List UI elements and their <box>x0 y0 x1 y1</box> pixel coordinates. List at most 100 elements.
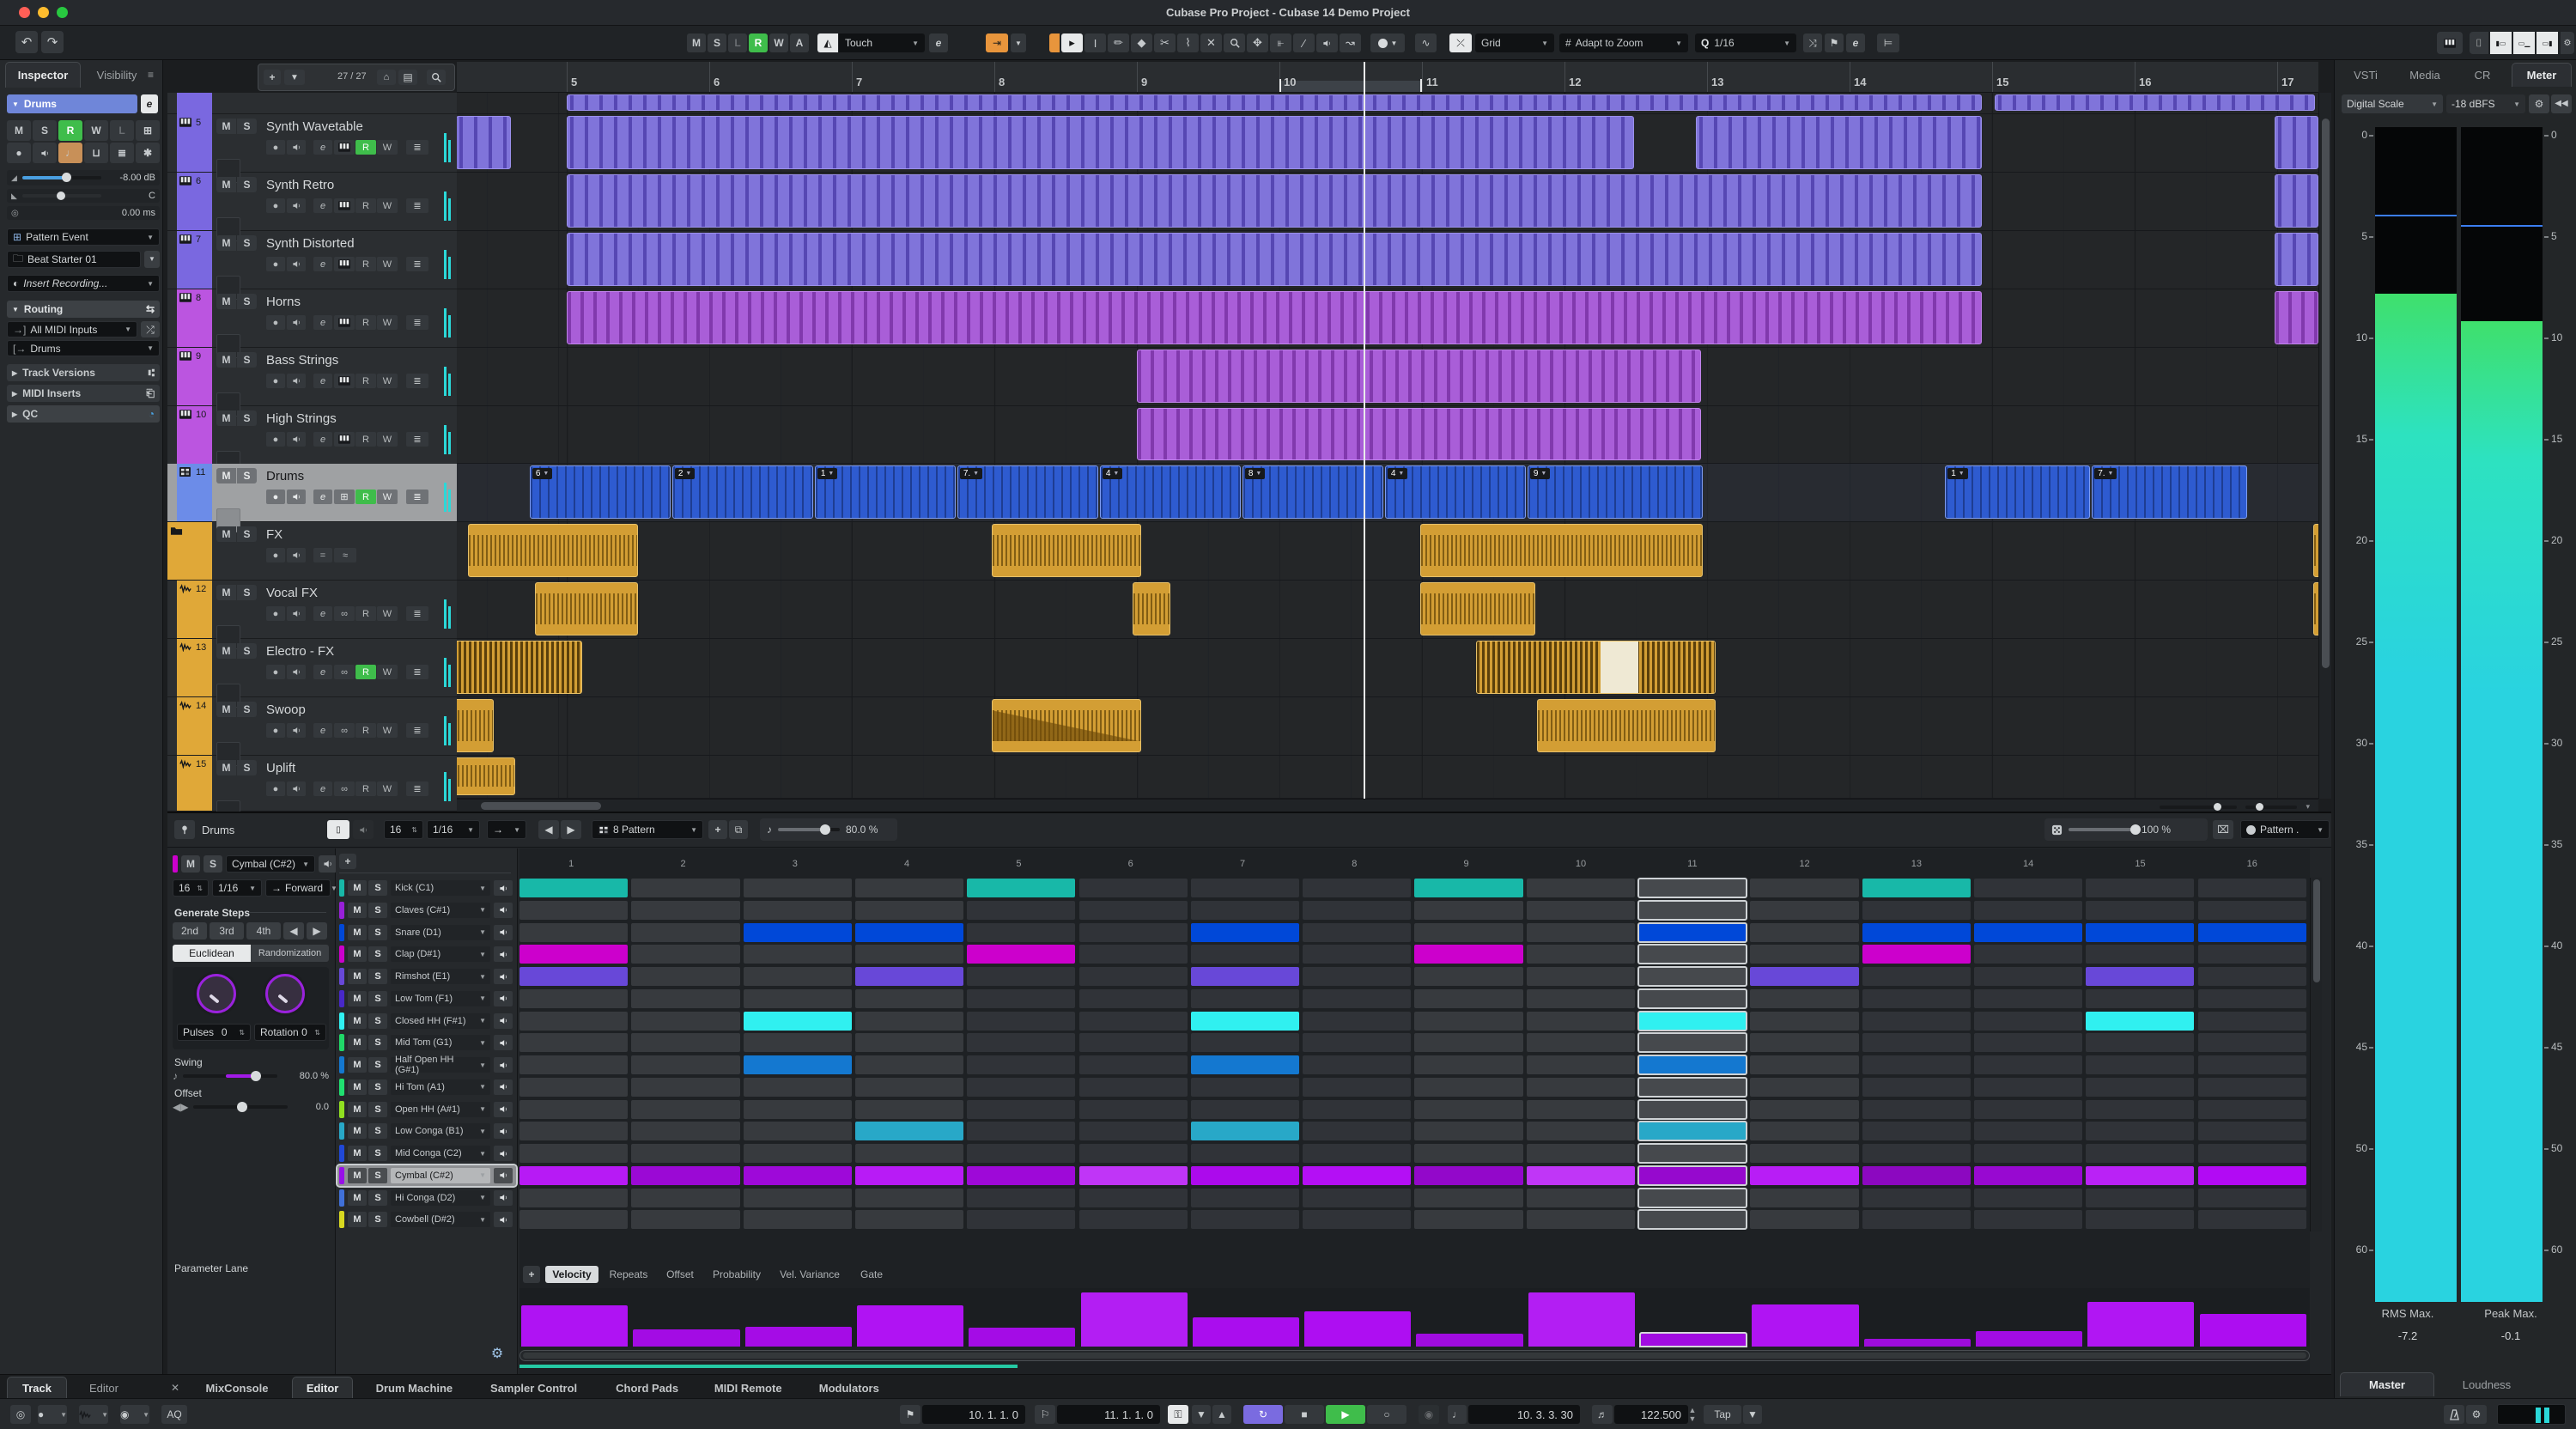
track-row[interactable]: 7 M S Synth Distorted ● e R W ≣ <box>167 231 457 300</box>
row-speaker-icon[interactable] <box>494 1101 513 1117</box>
row-solo-button[interactable]: S <box>368 946 387 963</box>
step-cell[interactable] <box>1303 1077 1412 1097</box>
inspector-button-0-4[interactable]: L <box>110 120 134 141</box>
event-clip[interactable] <box>535 582 638 635</box>
audition-tool[interactable] <box>1316 33 1338 52</box>
section-track-versions[interactable]: ▶ Track Versions ⑆ <box>7 364 160 381</box>
step-cell[interactable] <box>1526 879 1635 897</box>
step-cell[interactable] <box>1190 1077 1300 1097</box>
monitor-button[interactable] <box>287 606 306 621</box>
automation-s-button[interactable]: S <box>708 33 726 52</box>
row-mute-button[interactable]: M <box>348 1012 367 1029</box>
event-clip[interactable] <box>457 641 582 694</box>
track-row[interactable]: 8 M S Horns ● e R W ≣ <box>167 289 457 358</box>
metronome-icon[interactable] <box>2444 1405 2464 1424</box>
step-cell[interactable] <box>1190 1144 1300 1163</box>
edit-channel-button[interactable]: e <box>313 374 332 388</box>
step-cell[interactable] <box>1303 1210 1412 1230</box>
step-cell[interactable] <box>1637 1055 1748 1075</box>
step-cell[interactable] <box>1078 1033 1188 1053</box>
left-zone-toggle[interactable]: ⌷ <box>2470 32 2488 54</box>
step-cell[interactable] <box>1414 967 1523 986</box>
channel-settings-icon[interactable]: ≣ <box>406 606 428 621</box>
resolution-select[interactable]: 1/16 ▼ <box>212 879 262 897</box>
object-selection-tool[interactable]: ▸ <box>1061 33 1083 52</box>
instrument-button[interactable] <box>334 198 355 213</box>
step-cell[interactable] <box>519 900 629 920</box>
step-cell[interactable] <box>1750 1011 1859 1031</box>
step-cell[interactable] <box>1862 1188 1971 1207</box>
step-cell[interactable] <box>1414 988 1523 1008</box>
step-cell[interactable] <box>1973 1188 2083 1207</box>
event-clip[interactable] <box>457 699 494 752</box>
automation-mode-icon[interactable]: ◭ <box>817 33 838 52</box>
step-cell[interactable] <box>1414 1210 1523 1230</box>
instrument-button[interactable]: ⊞ <box>334 490 355 504</box>
primary-time-format-icon[interactable]: ♩ <box>1448 1405 1467 1424</box>
step-cell[interactable] <box>1750 1210 1859 1230</box>
mute-button[interactable]: M <box>216 294 236 309</box>
step-cell[interactable] <box>1190 1165 1300 1185</box>
event-clip[interactable] <box>2274 116 2318 169</box>
step-cell[interactable] <box>1526 1055 1635 1074</box>
step-cell[interactable] <box>1414 900 1523 920</box>
swing-global-row[interactable]: ♪ 80.0 % <box>760 818 897 841</box>
event-infoline-icon[interactable]: ⊨ <box>1877 33 1899 52</box>
event-clip[interactable] <box>468 524 638 577</box>
event-clip[interactable] <box>1420 582 1536 635</box>
arrangement-area[interactable]: 6 ▼ 2 ▼ 1 ▼ 7. ▼ 4 ▼ 8 ▼ 4 ▼ 9 ▼ 1 ▼ 7. ▼ <box>457 93 2318 799</box>
lane-tab-velvariance[interactable]: Vel. Variance <box>772 1266 848 1283</box>
draw-tool[interactable]: ✏ <box>1108 33 1129 52</box>
write-automation-button[interactable]: W <box>377 606 398 621</box>
row-speaker-icon[interactable] <box>494 880 513 896</box>
inspector-button-0-0[interactable]: M <box>7 120 31 141</box>
step-cell[interactable] <box>1190 1011 1300 1031</box>
step-cell[interactable] <box>1190 1033 1300 1053</box>
step-cell[interactable] <box>743 879 852 897</box>
edit-channel-button[interactable]: e <box>313 140 332 155</box>
pattern-event[interactable]: 8 ▼ <box>1242 465 1383 519</box>
punch-lock-button[interactable]: ⚿ <box>1168 1405 1188 1424</box>
step-cell[interactable] <box>1862 1144 1971 1163</box>
step-cell[interactable] <box>1637 921 1748 943</box>
write-automation-button[interactable]: W <box>377 315 398 330</box>
step-cell[interactable] <box>2086 1210 2195 1230</box>
erase-tool[interactable]: ◆ <box>1131 33 1152 52</box>
step-cell[interactable] <box>2086 879 2195 897</box>
zone-tab-sampler-control[interactable]: Sampler Control <box>476 1377 592 1399</box>
drum-row-label[interactable]: M S Rimshot (E1) ▼ <box>337 966 516 987</box>
pattern-number-label[interactable]: 2 ▼ <box>674 468 696 479</box>
step-cell[interactable] <box>631 945 740 964</box>
drum-row-label[interactable]: M S Kick (C1) ▼ <box>337 878 516 898</box>
velocity-bar[interactable] <box>856 1304 964 1347</box>
record-enable-button[interactable]: ● <box>266 781 285 796</box>
record-enable-button[interactable]: ● <box>266 432 285 447</box>
velocity-bar[interactable] <box>1192 1317 1300 1347</box>
step-cell[interactable] <box>631 1011 740 1031</box>
monitor-button[interactable] <box>287 490 306 504</box>
lane-tab-probability[interactable]: Probability <box>707 1266 767 1283</box>
step-cell[interactable] <box>2197 922 2306 942</box>
step-cell[interactable] <box>1750 879 1859 897</box>
row-solo-button[interactable]: S <box>368 1012 387 1029</box>
channel-settings-icon[interactable]: ≣ <box>406 198 428 213</box>
step-cell[interactable] <box>1078 945 1188 964</box>
quantize-panel-button[interactable]: e <box>1846 33 1865 52</box>
drum-step-grid[interactable]: 1 2 3 4 5 6 7 8 9 10 11 12 13 14 15 16 + Velocity Repeats O… <box>519 848 2310 1374</box>
event-clip[interactable] <box>457 116 511 169</box>
track-row[interactable]: 10 M S High Strings ● e R W ≣ <box>167 406 457 475</box>
edit-channel-button[interactable]: e <box>313 257 332 271</box>
add-track-button[interactable]: + <box>264 70 281 85</box>
step-cell[interactable] <box>1973 1099 2083 1119</box>
step-cell[interactable] <box>2197 1099 2306 1119</box>
event-clip[interactable] <box>2274 233 2318 286</box>
step-cell[interactable] <box>1414 1165 1523 1185</box>
rotation-knob[interactable] <box>265 974 305 1013</box>
goto-right-locator-icon[interactable]: ⚐ <box>1035 1405 1055 1424</box>
write-automation-button[interactable]: W <box>377 140 398 155</box>
monitor-button[interactable] <box>287 548 306 562</box>
solo-button[interactable]: S <box>237 760 257 775</box>
step-cell[interactable] <box>2086 1122 2195 1141</box>
step-cell[interactable] <box>1414 1188 1523 1207</box>
row-speaker-icon[interactable] <box>494 1189 513 1206</box>
